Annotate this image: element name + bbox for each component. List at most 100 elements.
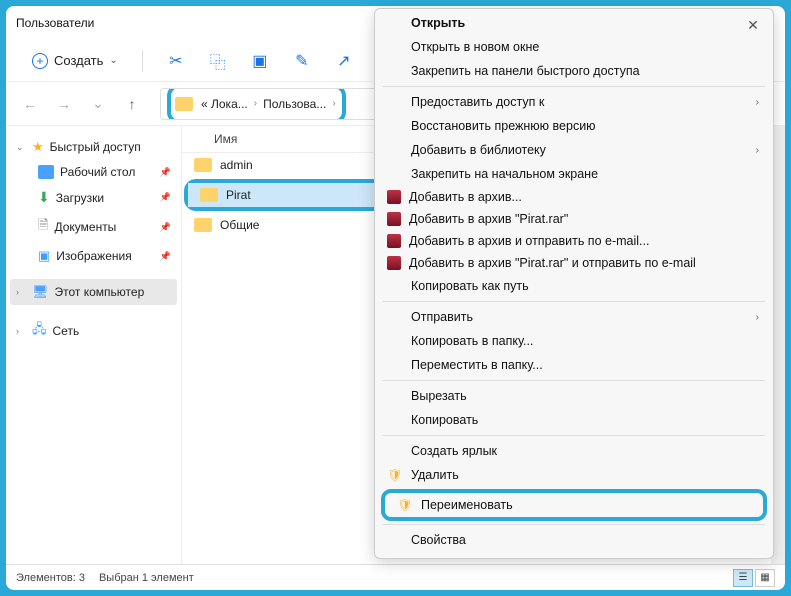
sidebar-item-pictures[interactable]: ▣ Изображения 📌 (10, 243, 177, 269)
expand-icon[interactable]: › (16, 326, 26, 336)
toolbar-separator (142, 50, 143, 72)
ctx-pin-quick-access[interactable]: Закрепить на панели быстрого доступа (375, 59, 773, 83)
spacer (10, 269, 177, 279)
breadcrumb-seg-2[interactable]: Пользова... (259, 95, 330, 113)
ctx-create-shortcut[interactable]: Создать ярлык (375, 439, 773, 463)
sidebar-label: Рабочий стол (60, 165, 135, 179)
ctx-rename[interactable]: 🛡Переименовать (385, 493, 763, 517)
pin-icon: 📌 (160, 192, 171, 203)
ctx-give-access[interactable]: Предоставить доступ к› (375, 90, 773, 114)
copy-icon[interactable]: ⿻ (201, 46, 235, 76)
archive-icon (387, 212, 401, 226)
plus-icon: + (32, 53, 48, 69)
ctx-restore-previous[interactable]: Восстановить прежнюю версию (375, 114, 773, 138)
sidebar-label: Изображения (56, 249, 131, 263)
sidebar-item-desktop[interactable]: Рабочий стол 📌 (10, 160, 177, 184)
image-icon: ▣ (38, 248, 50, 264)
expand-icon[interactable]: › (16, 287, 26, 297)
menu-separator (383, 86, 765, 87)
chevron-right-icon: › (756, 145, 759, 156)
sidebar-label: Сеть (53, 324, 80, 338)
paste-icon[interactable]: ▣ (243, 46, 277, 76)
ctx-add-archive-named[interactable]: Добавить в архив "Pirat.rar" (375, 208, 773, 230)
sidebar-item-network[interactable]: › 🖧 Сеть (10, 315, 177, 347)
shield-icon: 🛡 (397, 497, 413, 513)
network-icon: 🖧 (32, 320, 47, 342)
sidebar-label: Загрузки (56, 191, 104, 205)
new-button-label: Создать (54, 53, 103, 68)
sidebar-item-this-pc[interactable]: › 🖥 Этот компьютер (10, 279, 177, 305)
menu-separator (383, 301, 765, 302)
blank-icon (387, 15, 403, 31)
folder-icon (200, 188, 218, 202)
collapse-icon[interactable]: ⌄ (16, 142, 26, 153)
ctx-delete[interactable]: 🛡Удалить (375, 463, 773, 487)
status-selection: Выбран 1 элемент (99, 572, 194, 584)
ctx-archive-email[interactable]: Добавить в архив и отправить по e-mail..… (375, 230, 773, 252)
share-icon[interactable]: ↗ (327, 46, 361, 76)
ctx-copy[interactable]: Копировать (375, 408, 773, 432)
folder-icon (194, 218, 212, 232)
pin-icon: 📌 (160, 222, 171, 233)
ctx-send-to[interactable]: Отправить› (375, 305, 773, 329)
folder-icon (194, 158, 212, 172)
blank-icon (387, 309, 403, 325)
ctx-open[interactable]: Открыть (375, 11, 773, 35)
folder-icon (175, 97, 193, 111)
blank-icon (387, 333, 403, 349)
star-icon: ★ (32, 139, 44, 155)
forward-button[interactable]: → (50, 90, 78, 118)
view-details-button[interactable]: ☰ (733, 569, 753, 587)
shield-icon: 🛡 (387, 467, 403, 483)
chevron-down-icon: ⌄ (109, 55, 117, 66)
pin-icon: 📌 (160, 251, 171, 262)
ctx-copy-to-folder[interactable]: Копировать в папку... (375, 329, 773, 353)
breadcrumb-seg-1[interactable]: « Лока... (197, 95, 252, 113)
ctx-copy-as-path[interactable]: Копировать как путь (375, 274, 773, 298)
back-button[interactable]: ← (16, 90, 44, 118)
blank-icon (387, 118, 403, 134)
ctx-archive-named-email[interactable]: Добавить в архив "Pirat.rar" и отправить… (375, 252, 773, 274)
archive-icon (387, 256, 401, 270)
menu-separator (383, 435, 765, 436)
ctx-cut[interactable]: Вырезать (375, 384, 773, 408)
sidebar-quick-access[interactable]: ⌄ ★ Быстрый доступ (10, 134, 177, 160)
blank-icon (387, 166, 403, 182)
ctx-add-library[interactable]: Добавить в библиотеку› (375, 138, 773, 162)
context-menu: ✕ Открыть Открыть в новом окне Закрепить… (374, 8, 774, 559)
blank-icon (387, 142, 403, 158)
ctx-pin-start[interactable]: Закрепить на начальном экране (375, 162, 773, 186)
blank-icon (387, 443, 403, 459)
sidebar-label: Быстрый доступ (50, 140, 141, 154)
up-button[interactable]: ↑ (118, 90, 146, 118)
view-switcher: ☰ ▦ (733, 569, 775, 587)
ctx-move-to-folder[interactable]: Переместить в папку... (375, 353, 773, 377)
new-button[interactable]: + Создать ⌄ (24, 49, 126, 73)
status-count: Элементов: 3 (16, 572, 85, 584)
ctx-open-new-window[interactable]: Открыть в новом окне (375, 35, 773, 59)
sidebar-label: Этот компьютер (55, 285, 145, 299)
statusbar: Элементов: 3 Выбран 1 элемент ☰ ▦ (6, 564, 785, 590)
spacer (10, 305, 177, 315)
sidebar-item-downloads[interactable]: ⬇ Загрузки 📌 (10, 184, 177, 211)
archive-icon (387, 234, 401, 248)
file-name: Pirat (226, 188, 251, 202)
blank-icon (387, 278, 403, 294)
rename-icon[interactable]: ✎ (285, 46, 319, 76)
recent-dropdown[interactable]: ⌄ (84, 90, 112, 118)
ctx-properties[interactable]: Свойства (375, 528, 773, 552)
menu-separator (383, 524, 765, 525)
chevron-right-icon: › (756, 97, 759, 108)
blank-icon (387, 63, 403, 79)
chevron-right-icon: › (756, 312, 759, 323)
window-title: Пользователи (16, 16, 94, 30)
view-large-button[interactable]: ▦ (755, 569, 775, 587)
document-icon: 🗎 (38, 216, 48, 238)
menu-separator (383, 380, 765, 381)
close-button[interactable]: ✕ (741, 15, 765, 35)
cut-icon[interactable]: ✂ (159, 46, 193, 76)
breadcrumb-highlight: « Лока... › Пользова... › (167, 88, 346, 120)
ctx-add-archive[interactable]: Добавить в архив... (375, 186, 773, 208)
sidebar-item-documents[interactable]: 🗎 Документы 📌 (10, 211, 177, 243)
chevron-right-icon: › (252, 98, 259, 109)
